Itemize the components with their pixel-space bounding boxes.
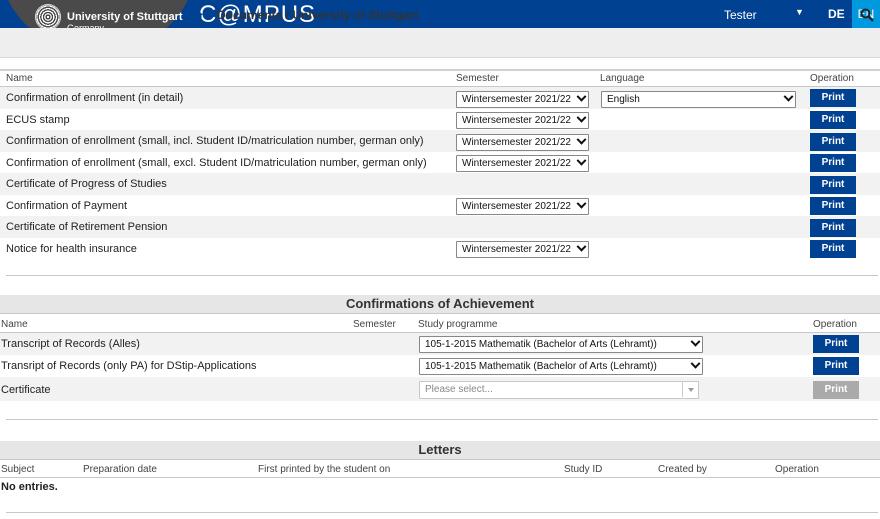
achievements-title: Confirmations of Achievement — [0, 295, 880, 313]
print-button[interactable]: Print — [813, 335, 859, 353]
col-operation: Operation — [810, 73, 854, 84]
col-study-id: Study ID — [564, 464, 603, 475]
chevron-down-icon — [576, 91, 587, 102]
empty-state: No entries. — [1, 481, 58, 493]
chevron-down-icon — [576, 198, 587, 209]
achievement-name: Transcript of Records (Alles) — [1, 338, 140, 350]
col-first-printed: First printed by the student on — [258, 464, 391, 475]
achievements-title-border — [0, 313, 880, 314]
col-operation: Operation — [813, 319, 857, 330]
col-language: Language — [600, 73, 645, 84]
chevron-down-icon — [576, 241, 587, 252]
document-name: ECUS stamp — [6, 114, 70, 126]
chevron-down-icon — [576, 112, 587, 123]
university-seal-icon — [35, 4, 61, 30]
col-semester: Semester — [456, 73, 499, 84]
col-name: Name — [6, 73, 33, 84]
language-select[interactable]: English — [601, 91, 796, 108]
document-name: Notice for health insurance — [6, 243, 137, 255]
print-button[interactable]: Print — [810, 240, 856, 258]
chevron-down-icon — [576, 134, 587, 145]
study-programme-value: 105-1-2015 Mathematik (Bachelor of Arts … — [425, 361, 657, 372]
study-programme-select[interactable]: 105-1-2015 Mathematik (Bachelor of Arts … — [419, 358, 703, 375]
letters-title-border — [0, 459, 880, 460]
user-menu-caret-icon[interactable]: ▼ — [795, 7, 804, 17]
semester-select-value: Wintersemester 2021/22 — [462, 201, 571, 212]
document-name: Confirmation of enrollment (small, incl.… — [6, 135, 424, 147]
print-button[interactable]: Print — [810, 219, 856, 237]
search-icon[interactable] — [860, 8, 874, 22]
document-name: Certificate of Progress of Studies — [6, 178, 167, 190]
semester-select-value: Wintersemester 2021/22 — [462, 115, 571, 126]
semester-select[interactable]: Wintersemester 2021/22 — [456, 91, 589, 108]
semester-select[interactable]: Wintersemester 2021/22 — [456, 112, 589, 129]
col-operation: Operation — [775, 464, 819, 475]
print-button[interactable]: Print — [810, 111, 856, 129]
print-button[interactable]: Print — [813, 357, 859, 375]
col-created-by: Created by — [658, 464, 707, 475]
semester-select-value: Wintersemester 2021/22 — [462, 94, 571, 105]
breadcrumb-current: Documents — [217, 8, 283, 22]
breadcrumb-bar — [0, 28, 880, 58]
documents-top-border — [0, 69, 880, 71]
study-programme-placeholder: Please select... — [425, 384, 493, 395]
study-programme-select[interactable]: Please select... — [419, 381, 699, 399]
document-name: Confirmation of enrollment (in detail) — [6, 92, 184, 104]
chevron-down-icon — [690, 336, 701, 347]
university-name: University of Stuttgart — [67, 11, 183, 23]
language-select-value: English — [607, 94, 640, 105]
chevron-down-icon — [576, 155, 587, 166]
breadcrumb-parent[interactable]: University of Stuttgart — [292, 8, 418, 22]
letters-header-border — [0, 477, 880, 478]
print-button[interactable]: Print — [810, 176, 856, 194]
breadcrumb-separator: / — [285, 8, 290, 22]
achievement-name: Transript of Records (only PA) for DStip… — [1, 360, 257, 372]
chevron-down-icon — [690, 358, 701, 369]
semester-select-value: Wintersemester 2021/22 — [462, 244, 571, 255]
document-name: Confirmation of enrollment (small, excl.… — [6, 157, 427, 169]
breadcrumb: Documents / University of Stuttgart — [217, 8, 418, 22]
print-button[interactable]: Print — [810, 197, 856, 215]
user-menu[interactable]: Tester — [724, 8, 757, 22]
print-button-disabled: Print — [813, 381, 859, 399]
section-divider — [6, 275, 878, 276]
section-divider — [6, 512, 878, 513]
letters-title: Letters — [0, 441, 880, 459]
col-preparation-date: Preparation date — [83, 464, 157, 475]
chevron-down-icon — [783, 91, 794, 102]
achievement-name: Certificate — [1, 384, 51, 396]
document-name: Certificate of Retirement Pension — [6, 221, 168, 233]
study-programme-select[interactable]: 105-1-2015 Mathematik (Bachelor of Arts … — [419, 336, 703, 353]
home-icon[interactable] — [190, 8, 204, 22]
col-name: Name — [1, 319, 28, 330]
semester-select[interactable]: Wintersemester 2021/22 — [456, 134, 589, 151]
section-divider — [6, 419, 878, 420]
language-de-button[interactable]: DE — [828, 7, 845, 21]
semester-select[interactable]: Wintersemester 2021/22 — [456, 198, 589, 215]
study-programme-value: 105-1-2015 Mathematik (Bachelor of Arts … — [425, 339, 657, 350]
print-button[interactable]: Print — [810, 89, 856, 107]
semester-select[interactable]: Wintersemester 2021/22 — [456, 155, 589, 172]
col-subject: Subject — [1, 464, 35, 475]
semester-select-value: Wintersemester 2021/22 — [462, 158, 571, 169]
col-study-programme: Study programme — [418, 319, 498, 330]
semester-select-value: Wintersemester 2021/22 — [462, 137, 571, 148]
col-semester: Semester — [353, 319, 396, 330]
chevron-down-icon — [682, 382, 698, 397]
print-button[interactable]: Print — [810, 133, 856, 151]
document-name: Confirmation of Payment — [6, 200, 128, 212]
print-button[interactable]: Print — [810, 154, 856, 172]
semester-select[interactable]: Wintersemester 2021/22 — [456, 241, 589, 258]
